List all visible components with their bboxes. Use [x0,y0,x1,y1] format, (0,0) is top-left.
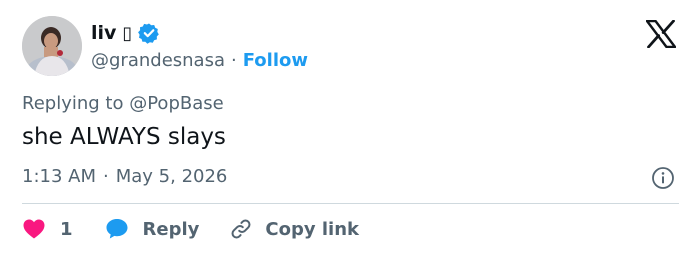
author-display-name[interactable]: liv [91,22,116,44]
tweet-text: she ALWAYS slays [22,124,226,150]
reply-button[interactable]: Reply [105,217,200,241]
like-count: 1 [60,218,73,240]
avatar[interactable] [22,16,82,76]
avatar-image [22,16,82,76]
author-handle-row: @grandesnasa · Follow [91,48,308,72]
follow-button[interactable]: Follow [243,50,308,71]
replying-to-mention[interactable]: @PopBase [129,93,223,114]
speech-bubble-icon [106,219,128,239]
separator-dot: · [231,49,237,71]
link-icon [231,219,251,239]
tweet-timestamp[interactable]: 1:13 AM · May 5, 2026 [22,166,227,187]
x-logo-icon[interactable] [645,19,677,49]
copy-link-label: Copy link [265,218,359,240]
divider [22,203,679,204]
heart-icon [23,219,45,239]
info-icon[interactable] [651,166,675,190]
action-bar: 1 Reply Copy link [22,214,359,244]
tweet-date: May 5, 2026 [115,166,228,187]
verified-badge-icon [138,22,160,44]
copy-link-button[interactable]: Copy link [229,217,359,241]
reply-label: Reply [142,218,200,240]
name-emoji-glyph: ▯ [122,22,133,44]
tweet-time: 1:13 AM [22,166,96,187]
author-name-row: liv ▯ [91,20,160,46]
author-handle[interactable]: @grandesnasa [91,50,225,71]
replying-to-line: Replying to @PopBase [22,93,224,114]
embedded-tweet-card: liv ▯ @grandesnasa · Follow Replying to … [0,0,700,256]
replying-to-prefix: Replying to [22,93,124,114]
timestamp-separator: · [103,166,109,187]
like-button[interactable]: 1 [22,218,73,240]
